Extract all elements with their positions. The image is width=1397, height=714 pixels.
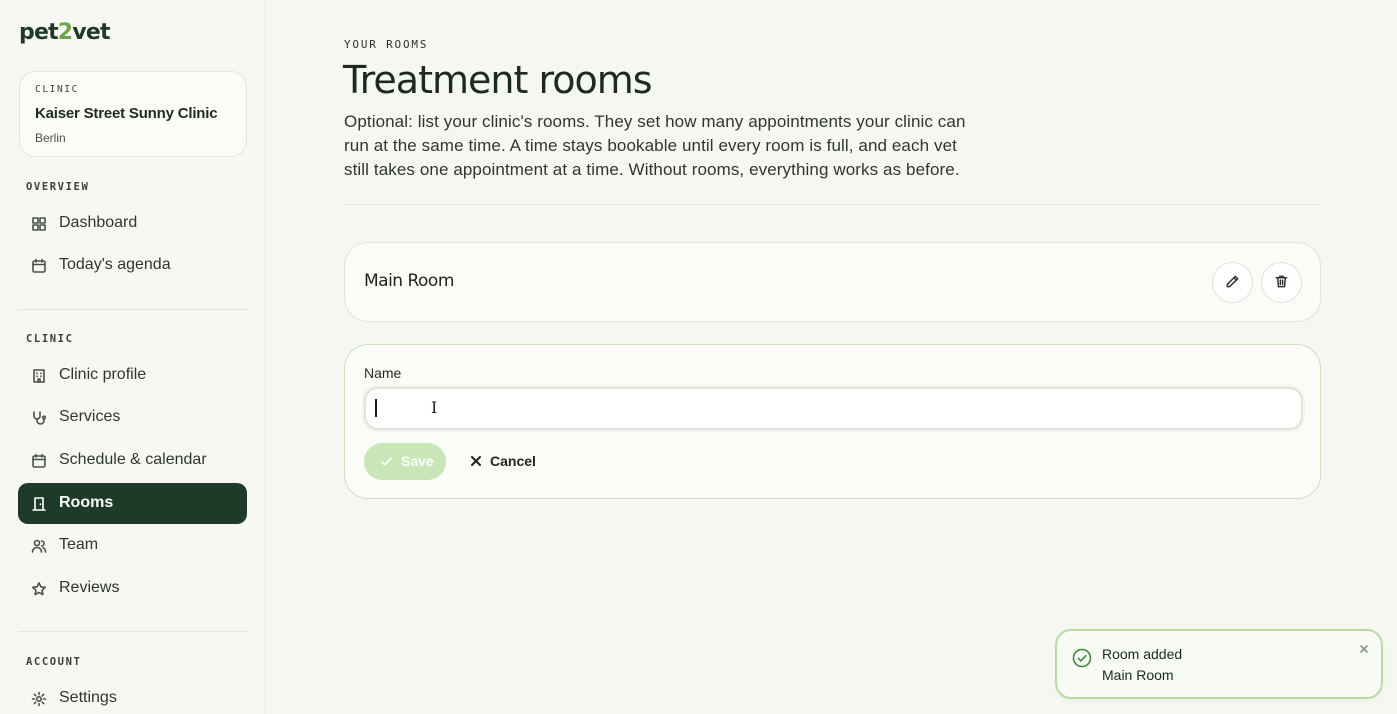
section-divider [344, 204, 1321, 205]
mouse-ibeam-cursor: I [431, 398, 438, 417]
sidebar-item-todays-agenda[interactable]: Today's agenda [18, 245, 247, 286]
sidebar-item-label: Rooms [59, 494, 114, 511]
users-icon [30, 537, 47, 554]
edit-room-button[interactable] [1212, 262, 1253, 303]
toast-close-icon[interactable] [1359, 641, 1371, 653]
sidebar-item-rooms[interactable]: Rooms [18, 483, 247, 524]
page-intro: Optional: list your clinic's rooms. They… [344, 112, 966, 179]
sidebar-item-schedule-calendar[interactable]: Schedule & calendar [18, 440, 247, 481]
sidebar-item-clinic-profile[interactable]: Clinic profile [18, 355, 247, 396]
room-name: Main Room [364, 271, 454, 291]
grid-icon [30, 215, 47, 232]
clinic-switcher[interactable]: CLINIC Kaiser Street Sunny Clinic Berlin [19, 71, 247, 157]
sidebar-item-dashboard[interactable]: Dashboard [18, 203, 247, 244]
sidebar-item-reviews[interactable]: Reviews [18, 568, 247, 609]
page-eyebrow: YOUR ROOMS [344, 38, 429, 51]
page-title: Treatment rooms [343, 58, 653, 102]
cancel-button[interactable]: Cancel [460, 443, 550, 480]
star-icon [30, 580, 47, 597]
sidebar-divider [18, 631, 248, 632]
success-toast: Room added Main Room [1055, 629, 1383, 699]
sidebar-item-label: Today's agenda [59, 256, 171, 273]
sidebar-divider [18, 309, 248, 310]
clinic-city: Berlin [35, 131, 66, 145]
toast-title: Room added [1102, 646, 1183, 662]
room-card: Main Room [344, 242, 1321, 322]
save-button[interactable]: Save [364, 443, 446, 480]
sidebar-item-team[interactable]: Team [18, 525, 247, 566]
sidebar: pet2vet CLINIC Kaiser Street Sunny Clini… [0, 0, 266, 714]
calendar-icon [30, 257, 47, 274]
section-label-overview: OVERVIEW [26, 181, 90, 193]
calendar-icon [30, 452, 47, 469]
save-button-label: Save [401, 453, 434, 469]
sidebar-item-label: Reviews [59, 579, 120, 596]
toast-message: Main Room [1102, 667, 1174, 683]
clinic-card-label: CLINIC [35, 84, 79, 95]
sidebar-item-label: Services [59, 408, 121, 425]
sidebar-item-services[interactable]: Services [18, 397, 247, 438]
section-label-account: ACCOUNT [26, 656, 82, 668]
room-name-input[interactable] [364, 387, 1303, 430]
text-caret [375, 399, 377, 417]
pencil-icon [1225, 274, 1240, 292]
sidebar-item-label: Schedule & calendar [59, 451, 207, 468]
cancel-button-label: Cancel [490, 453, 536, 469]
sidebar-item-label: Team [59, 536, 99, 553]
sidebar-item-settings[interactable]: Settings [18, 678, 247, 714]
sidebar-item-label: Dashboard [59, 214, 138, 231]
sidebar-item-label: Clinic profile [59, 366, 147, 383]
trash-icon [1274, 274, 1289, 292]
add-room-form: Name I Save Cancel [344, 344, 1321, 499]
sidebar-item-label: Settings [59, 689, 117, 706]
clinic-name: Kaiser Street Sunny Clinic [35, 105, 218, 122]
stethoscope-icon [30, 409, 47, 426]
check-circle-icon [1072, 648, 1092, 668]
logo[interactable]: pet2vet [19, 20, 111, 45]
door-icon [30, 495, 47, 512]
section-label-clinic: CLINIC [26, 333, 74, 345]
main-content: YOUR ROOMS Treatment rooms Optional: lis… [266, 0, 1397, 714]
gear-icon [30, 690, 47, 707]
delete-room-button[interactable] [1261, 262, 1302, 303]
building-icon [30, 367, 47, 384]
name-field-label: Name [364, 365, 402, 381]
